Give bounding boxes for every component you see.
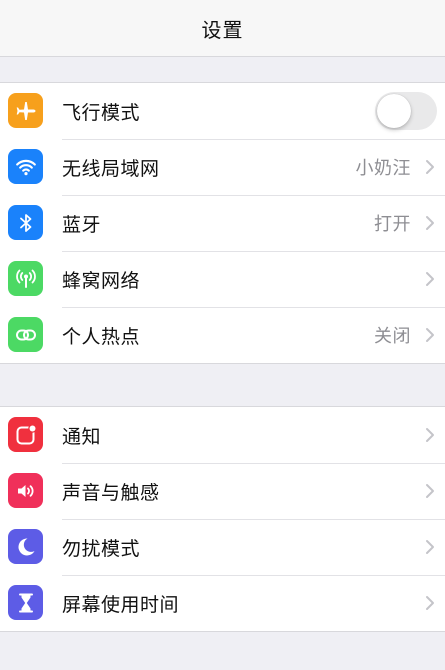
settings-row-personal-hotspot[interactable]: 个人热点 关闭 [0,307,445,363]
chevron-right-icon [426,484,434,498]
wifi-icon [8,149,43,184]
settings-row-label: 勿扰模式 [62,537,141,560]
settings-row-value: 小奶汪 [355,158,411,179]
toggle-knob [377,94,411,128]
settings-row-label: 飞行模式 [62,101,141,124]
chevron-right-icon [426,428,434,442]
chevron-right-icon [426,216,434,230]
chevron-right-icon [426,160,434,174]
notification-icon [8,417,43,452]
airplane-icon [8,93,43,128]
settings-row-label: 通知 [62,425,102,448]
settings-row-sounds-haptics[interactable]: 声音与触感 [0,463,445,519]
chevron-right-icon [426,540,434,554]
settings-row-label: 个人热点 [62,325,141,348]
settings-row-label: 声音与触感 [62,481,160,504]
speaker-icon [8,473,43,508]
settings-row-do-not-disturb[interactable]: 勿扰模式 [0,519,445,575]
airplane-mode-toggle[interactable] [375,92,437,130]
settings-row-value: 关闭 [374,326,411,347]
settings-row-label: 蓝牙 [62,213,102,236]
bluetooth-icon [8,205,43,240]
settings-row-screen-time[interactable]: 屏幕使用时间 [0,575,445,631]
settings-row-notifications[interactable]: 通知 [0,407,445,463]
settings-row-value: 打开 [374,214,411,235]
cellular-antenna-icon [8,261,43,296]
settings-row-cellular[interactable]: 蜂窝网络 [0,251,445,307]
settings-group-notifications: 通知 声音与触感 勿扰模式 屏幕使用时间 [0,406,445,632]
settings-row-label: 蜂窝网络 [62,269,141,292]
navigation-bar: 设置 [0,0,445,57]
chevron-right-icon [426,272,434,286]
settings-row-label: 屏幕使用时间 [62,593,180,616]
settings-row-bluetooth[interactable]: 蓝牙 打开 [0,195,445,251]
settings-row-airplane-mode: 飞行模式 [0,83,445,139]
hourglass-icon [8,585,43,620]
personal-hotspot-icon [8,317,43,352]
chevron-right-icon [426,328,434,342]
moon-icon [8,529,43,564]
chevron-right-icon [426,596,434,610]
page-title: 设置 [201,17,244,42]
settings-row-label: 无线局域网 [62,157,160,180]
settings-group-connectivity: 飞行模式 无线局域网 小奶汪 蓝牙 打开 蜂窝网络 个人热点 关闭 [0,82,445,364]
settings-row-wifi[interactable]: 无线局域网 小奶汪 [0,139,445,195]
